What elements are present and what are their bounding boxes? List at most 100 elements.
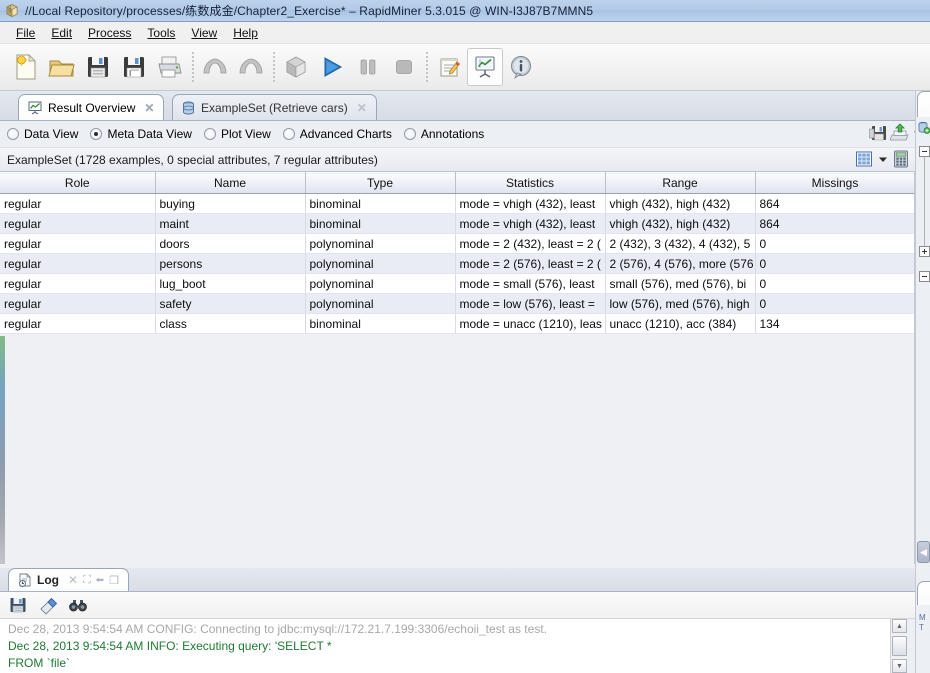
col-header-role[interactable]: Role [0,172,156,194]
col-header-statistics[interactable]: Statistics [455,172,606,194]
radio-meta-data-view[interactable]: Meta Data View [90,127,192,141]
cell-range: vhigh (432), high (432) [605,193,756,214]
close-icon[interactable]: ✕ [357,101,367,115]
scroll-up-arrow-icon[interactable]: ▲ [892,619,907,633]
radio-circle [282,128,295,140]
scrollbar-thumb[interactable] [892,636,907,656]
tree-collapse-node-2[interactable] [919,271,930,282]
grid-table-icon[interactable] [854,149,874,169]
cell-type: binominal [305,213,456,234]
cell-statistics: mode = 2 (576), least = 2 ( [455,253,606,274]
log-close-icon[interactable]: ✕ [68,573,78,587]
tab-exampleset[interactable]: ExampleSet (Retrieve cars) ✕ [172,94,377,120]
log-output-area[interactable]: Dec 28, 2013 9:54:54 AM CONFIG: Connecti… [0,619,890,673]
design-perspective-button[interactable] [431,48,467,86]
menu-file[interactable]: File [8,24,43,42]
main-toolbar: I [0,44,930,91]
right-panel-lower-label: MT [919,613,926,632]
cell-name: maint [155,213,306,234]
log-line: Dec 28, 2013 9:54:54 AM INFO: Executing … [8,639,332,653]
close-icon[interactable]: ✕ [144,101,154,115]
meta-data-table-container[interactable]: Role Name Type Statistics Range Missings… [0,172,915,564]
save-as-button[interactable]: I [116,48,152,86]
cell-statistics: mode = 2 (432), least = 2 ( [455,233,606,254]
radio-circle [403,128,416,140]
tab-result-overview-label: Result Overview [48,100,136,115]
col-header-range[interactable]: Range [605,172,756,194]
scroll-down-arrow-icon[interactable]: ▼ [892,659,907,673]
tab-result-overview[interactable]: Result Overview ✕ [18,94,165,120]
table-row[interactable]: regular lug_boot polynominal mode = smal… [0,273,914,294]
tree-expand-node[interactable] [919,246,930,257]
database-add-icon[interactable] [918,121,930,134]
right-panel-lower-tab[interactable] [917,581,930,605]
stop-button[interactable] [386,48,422,86]
process-cube-button[interactable] [278,48,314,86]
radio-advanced-charts[interactable]: Advanced Charts [282,127,392,141]
tree-collapse-node-1[interactable] [919,146,930,157]
cell-missings: 0 [755,253,914,274]
result-tabstrip: Result Overview ✕ ExampleSet (Retrieve c… [0,91,930,121]
run-button[interactable] [314,48,350,86]
log-save-button[interactable] [8,595,28,615]
meta-data-table: Role Name Type Statistics Range Missings… [0,172,914,334]
info-button[interactable] [503,48,539,86]
log-scrollbar[interactable]: ▲ ▼ [890,619,907,673]
chevron-down-icon[interactable] [877,153,889,165]
table-row[interactable]: regular persons polynominal mode = 2 (57… [0,253,914,274]
table-row[interactable]: regular maint binominal mode = vhigh (43… [0,213,914,234]
menubar: File Edit Process Tools View Help [0,22,930,44]
pause-button[interactable] [350,48,386,86]
redo-button[interactable] [233,48,269,86]
toolbar-separator-1 [188,50,197,84]
save-view-button[interactable] [868,123,888,143]
table-row[interactable]: regular doors polynominal mode = 2 (432)… [0,233,914,254]
print-button[interactable] [152,48,188,86]
cell-type: polynominal [305,293,456,314]
radio-plot-view[interactable]: Plot View [203,127,271,141]
new-process-button[interactable] [8,48,44,86]
table-row[interactable]: regular class binominal mode = unacc (12… [0,313,914,334]
log-toolbar [0,592,915,619]
col-header-type[interactable]: Type [305,172,456,194]
cell-type: binominal [305,313,456,334]
log-tabstrip: Log ✕ ⛶ ⬅ ❐ [0,568,915,592]
toolbar-separator-3 [422,50,431,84]
right-panel-collapse-button[interactable]: ◀ [917,541,930,563]
radio-annotations-label: Annotations [420,127,485,141]
menu-edit[interactable]: Edit [43,24,80,42]
cell-statistics: mode = vhigh (432), least [455,213,606,234]
window-title: //Local Repository/processes/练数成金/Chapte… [25,4,594,18]
cell-role: regular [0,273,156,294]
menu-help[interactable]: Help [225,24,266,42]
radio-annotations[interactable]: Annotations [403,127,485,141]
menu-view[interactable]: View [183,24,225,42]
radio-data-view[interactable]: Data View [7,127,78,141]
table-row[interactable]: regular buying binominal mode = vhigh (4… [0,193,914,214]
right-collapsed-panel-lower[interactable]: MT [915,573,930,673]
tab-log[interactable]: Log ✕ ⛶ ⬅ ❐ [8,568,130,591]
export-green-arrow-icon[interactable] [890,123,910,143]
menu-process[interactable]: Process [80,24,139,42]
calculator-icon[interactable] [892,149,910,169]
right-collapsed-panel[interactable]: ◀ [915,91,930,573]
undo-button[interactable] [197,48,233,86]
cell-name: safety [155,293,306,314]
exampleset-actions [854,149,910,169]
table-row[interactable]: regular safety polynominal mode = low (5… [0,293,914,314]
menu-tools[interactable]: Tools [139,24,183,42]
col-header-missings[interactable]: Missings [755,172,914,194]
save-process-button[interactable] [80,48,116,86]
right-panel-tab[interactable] [917,91,930,117]
open-process-button[interactable] [44,48,80,86]
log-maximize-icon[interactable]: ⛶ [83,574,91,587]
radio-advanced-charts-label: Advanced Charts [299,127,392,141]
log-dock-icon[interactable]: ⬅ [96,575,104,586]
log-detach-icon[interactable]: ❐ [109,574,119,587]
binoculars-icon[interactable] [68,595,88,615]
cell-name: class [155,313,306,334]
eraser-icon[interactable] [38,595,58,615]
database-icon [182,101,195,115]
col-header-name[interactable]: Name [155,172,306,194]
result-perspective-button[interactable] [467,48,503,86]
